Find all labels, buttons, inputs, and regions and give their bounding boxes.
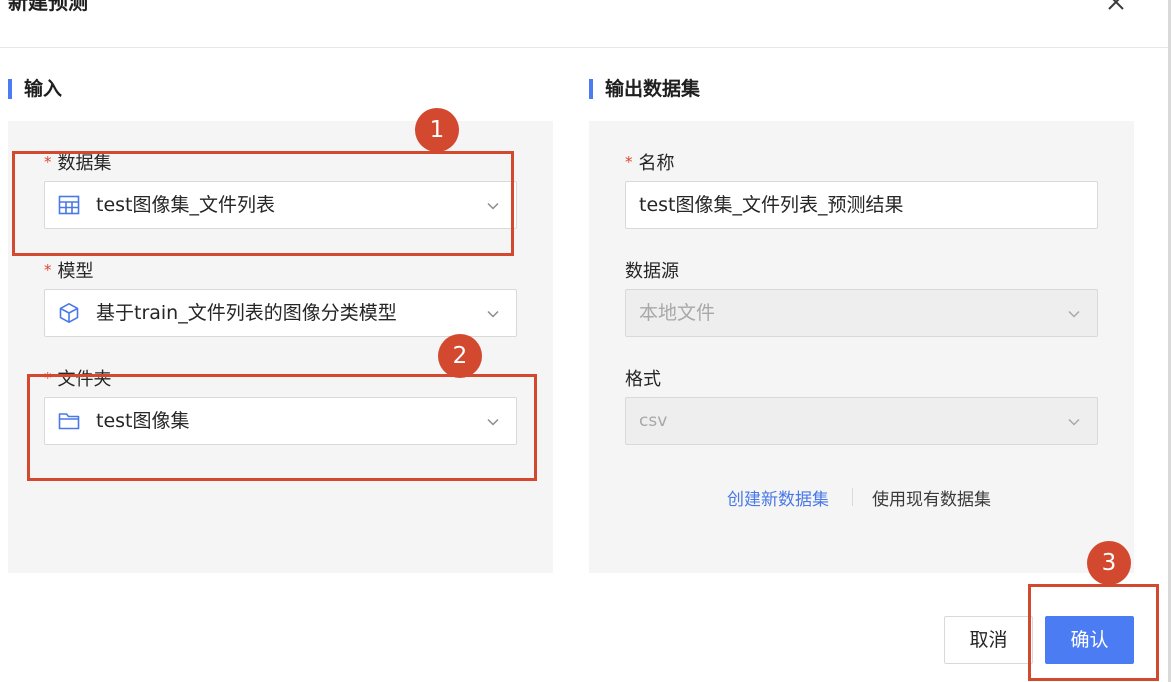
source-select: 本地文件 [625,289,1098,337]
model-value: 基于train_文件列表的图像分类模型 [96,302,397,324]
annotation-badge-3: 3 [1087,541,1131,585]
source-value: 本地文件 [639,302,716,324]
header-divider [0,47,1171,48]
output-section-marker [589,79,593,99]
chevron-down-icon [1067,306,1081,320]
output-section-title: 输出数据集 [605,78,701,100]
annotation-box-3 [1028,584,1159,681]
name-value: test图像集_文件列表_预测结果 [639,194,904,216]
chevron-down-icon [486,306,500,320]
model-label: * 模型 [44,261,94,282]
name-input[interactable]: test图像集_文件列表_预测结果 [625,181,1098,229]
format-label: 格式 [625,369,661,390]
dialog-title: 新建预测 [8,0,88,14]
create-new-dataset-link[interactable]: 创建新数据集 [727,485,829,510]
chevron-down-icon [1067,414,1081,428]
input-section-marker [8,79,12,99]
use-existing-dataset-link[interactable]: 使用现有数据集 [872,485,991,510]
format-select: csv [625,397,1098,445]
input-section-title: 输入 [24,78,63,100]
cube-icon [58,302,80,324]
link-divider [852,488,853,506]
model-select[interactable]: 基于train_文件列表的图像分类模型 [44,289,517,337]
source-label: 数据源 [625,261,679,282]
format-value: csv [639,411,668,431]
annotation-badge-2: 2 [438,334,482,378]
cancel-button[interactable]: 取消 [944,616,1033,664]
close-icon[interactable] [1104,0,1128,14]
annotation-box-1 [12,151,514,256]
annotation-box-2 [27,374,537,481]
name-label: * 名称 [625,153,675,174]
annotation-badge-1: 1 [415,108,459,152]
